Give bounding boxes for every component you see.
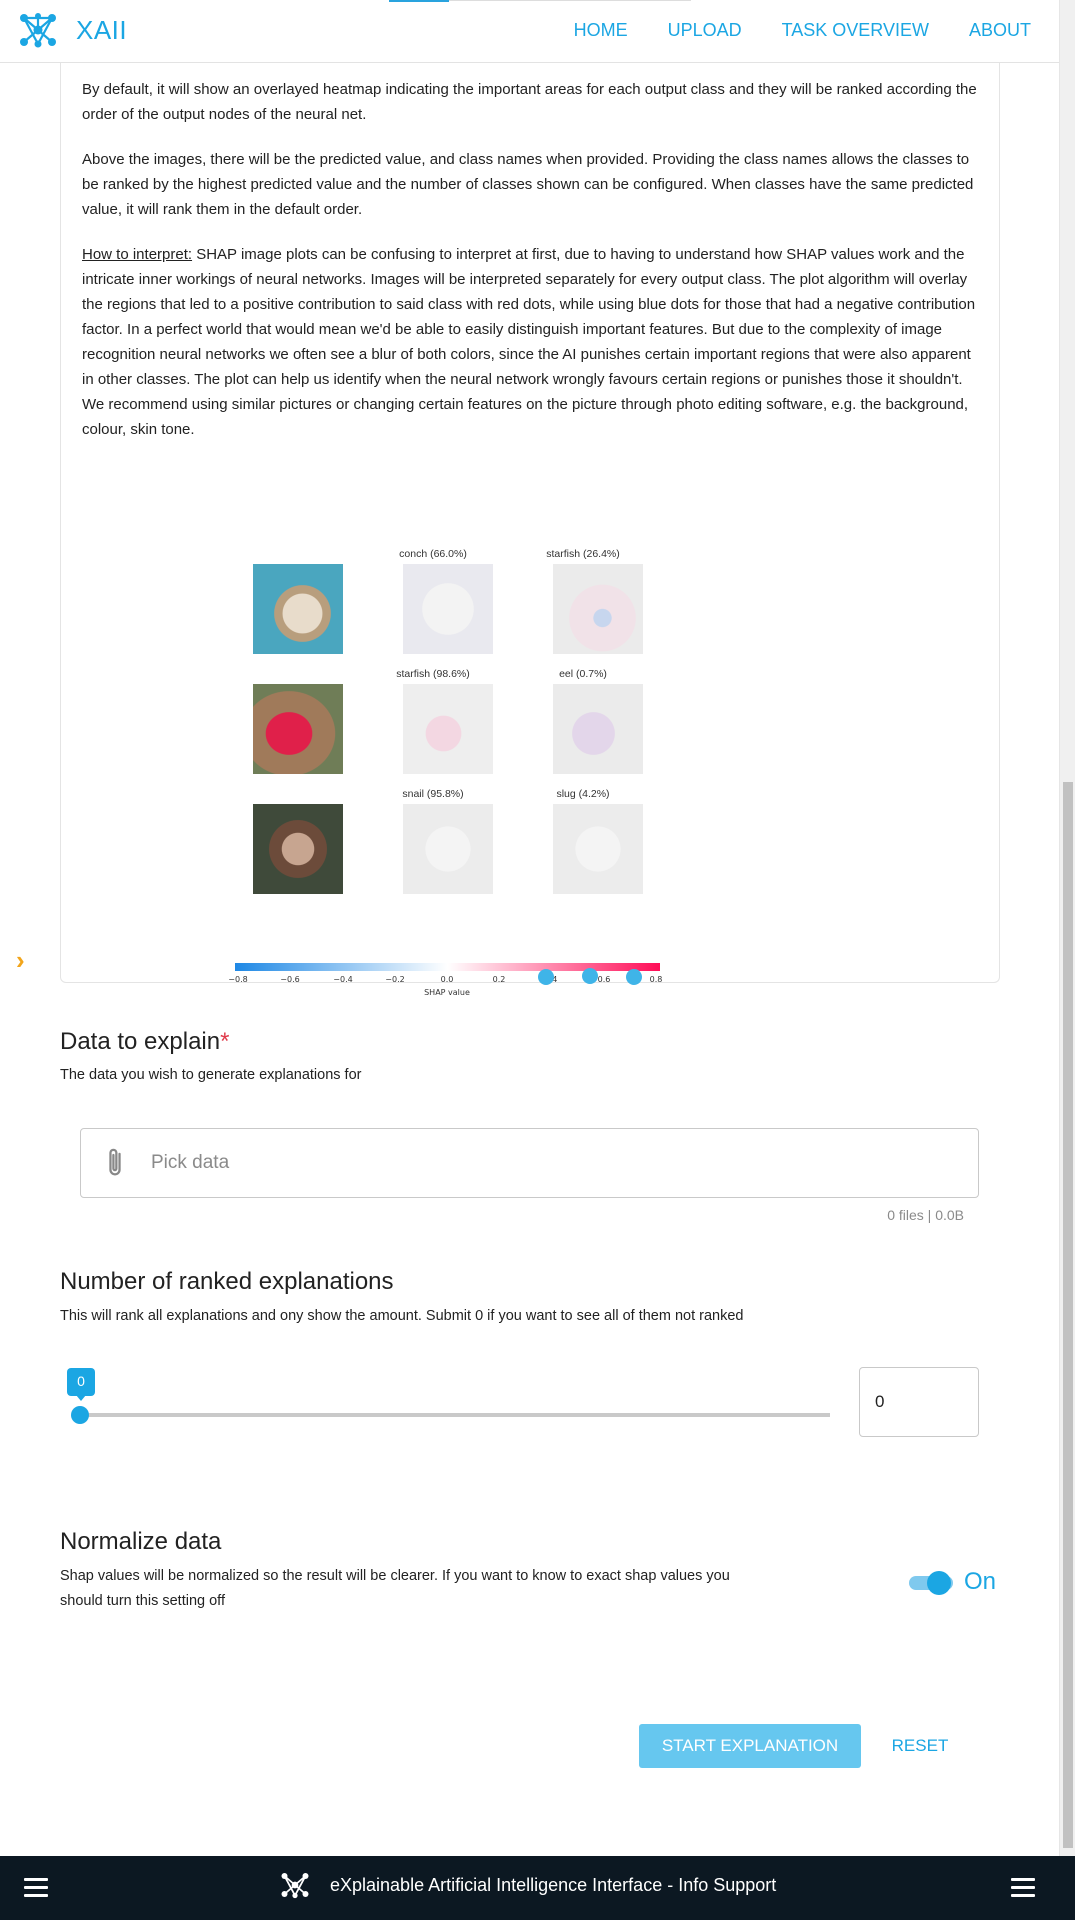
input-image-snail <box>253 804 343 894</box>
heatmap-row3-class2 <box>553 804 643 894</box>
network-logo-icon <box>281 1873 309 1899</box>
loading-dot-3 <box>626 969 642 985</box>
slider-value-bubble: 0 <box>67 1368 95 1401</box>
caption-row2-class1: starfish (98.6%) <box>396 668 470 680</box>
ranked-slider[interactable]: 0 <box>67 1368 830 1424</box>
start-explanation-button[interactable]: START EXPLANATION <box>639 1724 861 1768</box>
file-count-hint: 0 files | 0.0B <box>887 1207 964 1223</box>
caption-row1-class1: conch (66.0%) <box>399 548 467 560</box>
nav-about[interactable]: ABOUT <box>969 20 1031 41</box>
chevron-right-icon[interactable]: › <box>16 945 25 976</box>
required-marker: * <box>220 1028 230 1055</box>
colorbar-tick-6: 0.2 <box>493 975 506 984</box>
interpret-label: How to interpret: <box>82 246 193 263</box>
colorbar-tick-5: 0.0 <box>441 975 454 984</box>
main-nav: HOME UPLOAD TASK OVERVIEW ABOUT <box>574 20 1031 41</box>
caption-row3-class1: snail (95.8%) <box>402 788 464 800</box>
data-title-text: Data to explain <box>60 1028 221 1055</box>
colorbar-tick-3: −0.4 <box>333 975 352 984</box>
heatmap-row2-class2 <box>553 684 643 774</box>
heatmap-row1-class2 <box>553 564 643 654</box>
footer-bar: eXplainable Artificial Intelligence Inte… <box>0 1856 1075 1920</box>
info-paragraph-predicted: Above the images, there will be the pred… <box>82 151 974 218</box>
progress-indicator <box>389 0 449 2</box>
progress-track <box>449 0 691 1</box>
colorbar-tick-2: −0.6 <box>280 975 299 984</box>
colorbar-gradient <box>235 963 660 971</box>
top-navbar: XAII HOME UPLOAD TASK OVERVIEW ABOUT <box>0 0 1059 63</box>
paperclip-icon <box>109 1148 121 1176</box>
caption-row2-class2: eel (0.7%) <box>559 668 607 680</box>
normalize-section-description: Shap values will be normalized so the re… <box>60 1568 730 1609</box>
data-section-description: The data you wish to generate explanatio… <box>60 1067 362 1083</box>
caption-row3-class2: slug (4.2%) <box>556 788 610 800</box>
heatmap-row2-class1 <box>403 684 493 774</box>
page-scrollbar[interactable] <box>1059 0 1075 1856</box>
footer-text: eXplainable Artificial Intelligence Inte… <box>330 1874 777 1895</box>
brand[interactable]: XAII <box>18 10 127 50</box>
colorbar-label: SHAP value <box>424 988 470 997</box>
toggle-thumb <box>927 1571 951 1595</box>
input-image-starfish <box>253 684 343 774</box>
scrollbar-thumb[interactable] <box>1063 782 1073 1848</box>
data-section-title: Data to explain* <box>60 1028 229 1056</box>
colorbar-tick-1: −0.8 <box>228 975 247 984</box>
shap-colorbar: −0.8 −0.6 −0.4 −0.2 0.0 0.2 0.4 0.6 0.8 … <box>228 963 663 997</box>
footer-brand: eXplainable Artificial Intelligence Inte… <box>280 1870 776 1900</box>
nav-home[interactable]: HOME <box>574 20 628 41</box>
input-image-conch <box>253 564 343 654</box>
explanation-info-card: By default, it will show an overlayed he… <box>60 63 1000 997</box>
slider-track[interactable] <box>80 1413 830 1417</box>
heatmap-row3-class1 <box>403 804 493 894</box>
network-logo-icon <box>20 13 56 48</box>
menu-right-icon[interactable] <box>1011 1878 1035 1902</box>
colorbar-tick-4: −0.2 <box>385 975 404 984</box>
logo-text: XAII <box>76 14 128 45</box>
loading-dot-1 <box>538 969 554 985</box>
menu-left-icon[interactable] <box>24 1878 48 1902</box>
interpret-text: SHAP image plots can be confusing to int… <box>82 246 976 438</box>
ranked-section-description: This will rank all explanations and ony … <box>60 1308 744 1324</box>
normalize-toggle[interactable] <box>909 1570 953 1595</box>
ranked-number-input[interactable]: 0 <box>859 1367 979 1437</box>
pick-data-input[interactable]: Pick data <box>80 1128 979 1198</box>
colorbar-tick-9: 0.8 <box>650 975 663 984</box>
caption-row1-class2: starfish (26.4%) <box>546 548 620 560</box>
pick-data-placeholder: Pick data <box>151 1152 230 1173</box>
loading-dot-2 <box>582 968 598 984</box>
slider-handle[interactable] <box>71 1406 89 1424</box>
nav-upload[interactable]: UPLOAD <box>668 20 742 41</box>
colorbar-tick-8: 0.6 <box>598 975 611 984</box>
info-paragraph-default: By default, it will show an overlayed he… <box>82 81 977 123</box>
normalize-section-title: Normalize data <box>60 1528 222 1555</box>
toggle-state-label: On <box>964 1568 997 1595</box>
shap-image-plot: conch (66.0%) starfish (26.4%) starfish … <box>171 483 691 997</box>
ranked-section-title: Number of ranked explanations <box>60 1268 394 1295</box>
info-paragraph-interpret: How to interpret: SHAP image plots can b… <box>61 242 999 442</box>
nav-task-overview[interactable]: TASK OVERVIEW <box>782 20 929 41</box>
heatmap-row1-class1 <box>403 564 493 654</box>
reset-button[interactable]: RESET <box>873 1724 967 1768</box>
